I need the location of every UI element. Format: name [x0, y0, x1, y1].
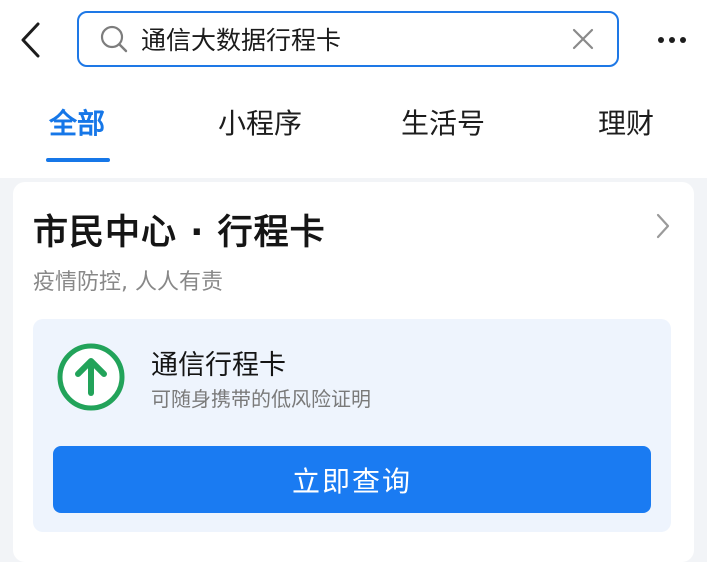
arrow-up-circle-icon: [57, 343, 125, 411]
chevron-right-icon: [656, 213, 670, 239]
service-description: 可随身携带的低风险证明: [151, 387, 371, 411]
active-tab-indicator: [46, 158, 110, 162]
more-button[interactable]: [650, 22, 694, 58]
chevron-left-icon: [21, 22, 40, 58]
tab-wealth[interactable]: 理财: [598, 96, 654, 152]
search-input[interactable]: 通信大数据行程卡: [141, 21, 563, 57]
result-card[interactable]: 市民中心 · 行程卡 疫情防控, 人人有责 通信行程卡 可随身携带的低风险证明 …: [13, 182, 694, 562]
service-panel[interactable]: 通信行程卡 可随身携带的低风险证明 立即查询: [33, 319, 671, 532]
query-now-button[interactable]: 立即查询: [53, 446, 651, 513]
tab-all[interactable]: 全部: [49, 96, 105, 152]
search-bar[interactable]: 通信大数据行程卡: [77, 11, 619, 67]
tab-bar: 全部 小程序 生活号 理财: [0, 96, 707, 166]
card-title[interactable]: 市民中心 · 行程卡: [33, 204, 326, 255]
search-icon: [99, 24, 129, 54]
close-icon: [572, 28, 594, 50]
back-button[interactable]: [16, 22, 46, 58]
more-horizontal-icon: [658, 37, 686, 43]
top-bar: 通信大数据行程卡 全部 小程序 生活号 理财: [0, 0, 707, 178]
card-subtitle: 疫情防控, 人人有责: [33, 270, 223, 295]
card-open-button[interactable]: [650, 210, 676, 242]
clear-button[interactable]: [563, 19, 603, 59]
tab-life-accounts[interactable]: 生活号: [401, 96, 485, 152]
tab-mini-programs[interactable]: 小程序: [218, 96, 302, 152]
service-name[interactable]: 通信行程卡: [151, 343, 286, 382]
